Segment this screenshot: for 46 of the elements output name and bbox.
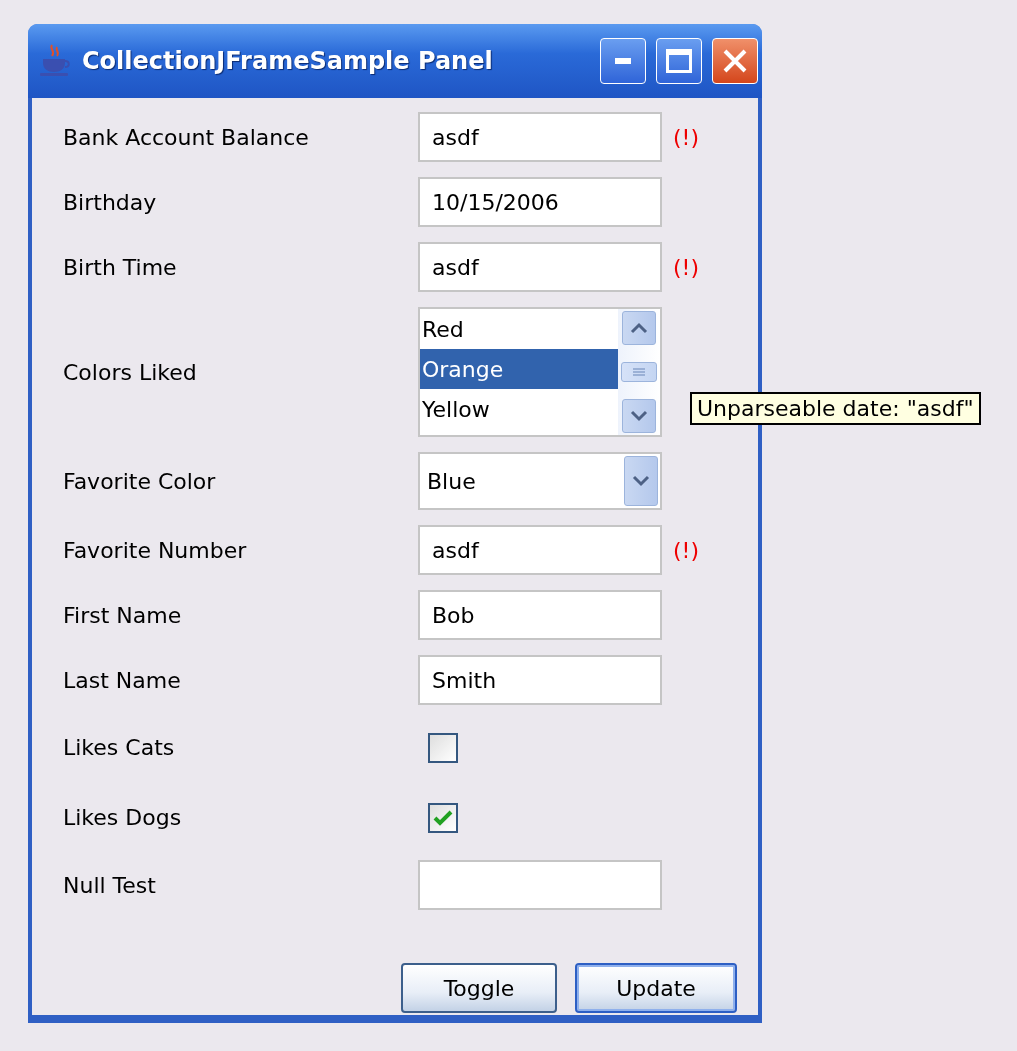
text-field[interactable]: Bob [418, 590, 662, 640]
field-label: Favorite Number [63, 537, 247, 563]
text-field[interactable]: asdf [418, 112, 662, 162]
dropdown-button[interactable] [624, 456, 658, 506]
update-button[interactable]: Update [575, 963, 737, 1013]
list-item[interactable]: Orange [420, 349, 618, 389]
tooltip: Unparseable date: "asdf" [690, 392, 981, 425]
checkbox[interactable] [428, 802, 458, 833]
minimize-icon [615, 58, 631, 64]
chevron-up-icon [630, 322, 648, 334]
field-label: Null Test [63, 872, 156, 898]
text-field[interactable]: asdf [418, 242, 662, 292]
field-label: Last Name [63, 667, 181, 693]
text-field[interactable]: 10/15/2006 [418, 177, 662, 227]
dropdown[interactable]: Blue [418, 452, 662, 510]
chevron-down-icon [632, 475, 650, 487]
list-item[interactable]: Red [420, 309, 618, 349]
toggle-button[interactable]: Toggle [401, 963, 557, 1013]
error-marker: (!) [673, 254, 699, 280]
maximize-icon [666, 49, 692, 73]
close-button[interactable] [712, 38, 758, 84]
list-item[interactable]: Yellow [420, 389, 618, 429]
text-field[interactable] [418, 860, 662, 910]
scrollbar-thumb[interactable] [621, 362, 657, 382]
checkbox[interactable] [428, 732, 458, 763]
scroll-up-button[interactable] [622, 311, 656, 345]
error-marker: (!) [673, 124, 699, 150]
field-label: First Name [63, 602, 182, 628]
field-label: Likes Dogs [63, 805, 182, 830]
field-label: Favorite Color [63, 468, 216, 494]
field-label: Colors Liked [63, 359, 197, 385]
list-box[interactable]: Red Orange Yellow [418, 307, 662, 437]
checkmark-icon [433, 809, 453, 826]
chevron-down-icon [630, 410, 648, 422]
field-label: Bank Account Balance [63, 124, 309, 150]
scroll-down-button[interactable] [622, 399, 656, 433]
maximize-button[interactable] [656, 38, 702, 84]
close-icon [722, 48, 748, 74]
field-label: Birthday [63, 189, 157, 215]
field-label: Birth Time [63, 254, 177, 280]
error-marker: (!) [673, 537, 699, 563]
text-field[interactable]: asdf [418, 525, 662, 575]
minimize-button[interactable] [600, 38, 646, 84]
field-label: Likes Cats [63, 735, 175, 760]
text-field[interactable]: Smith [418, 655, 662, 705]
window-title: CollectionJFrameSample Panel [82, 47, 494, 75]
